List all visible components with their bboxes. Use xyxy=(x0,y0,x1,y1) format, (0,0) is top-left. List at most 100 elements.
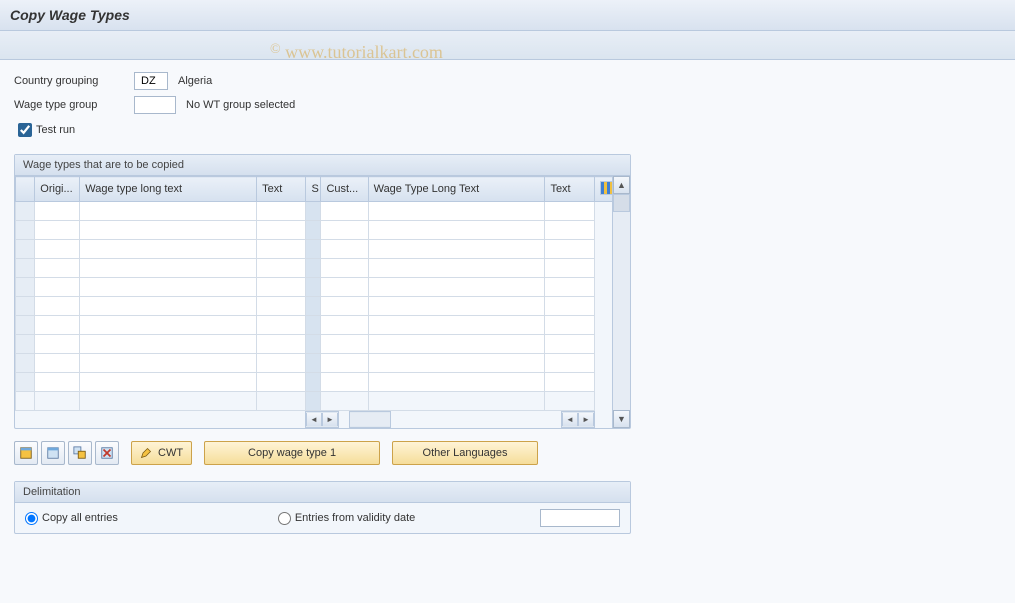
table-cell[interactable] xyxy=(257,202,306,221)
table-cell[interactable] xyxy=(16,392,35,411)
table-cell[interactable] xyxy=(306,392,321,411)
table-cell[interactable] xyxy=(545,335,594,354)
table-cell[interactable] xyxy=(80,316,257,335)
hscroll-left-section[interactable]: ◄ ► xyxy=(305,411,339,428)
hscroll-right-arrow-r[interactable]: ► xyxy=(578,413,594,426)
table-cell[interactable] xyxy=(321,259,368,278)
table-cell[interactable] xyxy=(35,259,80,278)
col-header-cust[interactable]: Cust... xyxy=(321,177,368,202)
vscroll-thumb[interactable] xyxy=(613,194,630,212)
table-cell[interactable] xyxy=(80,392,257,411)
table-cell[interactable] xyxy=(368,297,545,316)
table-row[interactable] xyxy=(16,335,613,354)
table-cell[interactable] xyxy=(321,373,368,392)
table-cell[interactable] xyxy=(545,316,594,335)
hscroll-right-arrow-l[interactable]: ◄ xyxy=(562,413,578,426)
table-cell[interactable] xyxy=(80,373,257,392)
table-cell[interactable] xyxy=(80,221,257,240)
table-cell[interactable] xyxy=(306,278,321,297)
table-cell[interactable] xyxy=(594,373,612,392)
table-cell[interactable] xyxy=(594,278,612,297)
col-header-origi[interactable]: Origi... xyxy=(35,177,80,202)
input-wage-type-group[interactable] xyxy=(139,98,173,112)
table-cell[interactable] xyxy=(545,354,594,373)
table-cell[interactable] xyxy=(368,259,545,278)
radio-from-date[interactable] xyxy=(278,512,291,525)
table-cell[interactable] xyxy=(594,316,612,335)
radio-copy-all[interactable] xyxy=(25,512,38,525)
table-cell[interactable] xyxy=(594,240,612,259)
table-cell[interactable] xyxy=(368,202,545,221)
copy-wage-type-1-button[interactable]: Copy wage type 1 xyxy=(204,441,380,465)
table-cell[interactable] xyxy=(321,278,368,297)
radio-row-from-date[interactable]: Entries from validity date xyxy=(278,512,415,525)
hscroll-mid-track[interactable] xyxy=(349,411,391,428)
table-cell[interactable] xyxy=(257,354,306,373)
table-cell[interactable] xyxy=(306,221,321,240)
table-cell[interactable] xyxy=(594,335,612,354)
table-cell[interactable] xyxy=(306,373,321,392)
col-header-s[interactable]: S xyxy=(306,177,321,202)
table-cell[interactable] xyxy=(368,354,545,373)
table-cell[interactable] xyxy=(321,221,368,240)
table-cell[interactable] xyxy=(80,354,257,373)
table-cell[interactable] xyxy=(16,202,35,221)
table-row[interactable] xyxy=(16,240,613,259)
table-cell[interactable] xyxy=(16,240,35,259)
vscroll-up[interactable]: ▲ xyxy=(613,176,630,194)
table-row[interactable] xyxy=(16,316,613,335)
table-cell[interactable] xyxy=(321,392,368,411)
table-cell[interactable] xyxy=(545,278,594,297)
table-cell[interactable] xyxy=(545,240,594,259)
input-validity-date[interactable] xyxy=(540,509,620,527)
table-cell[interactable] xyxy=(306,316,321,335)
table-cell[interactable] xyxy=(368,240,545,259)
table-cell[interactable] xyxy=(306,240,321,259)
cwt-button[interactable]: CWT xyxy=(131,441,192,465)
col-header-select[interactable] xyxy=(16,177,35,202)
table-cell[interactable] xyxy=(80,240,257,259)
hscroll-left-arrow-l[interactable]: ◄ xyxy=(306,413,322,426)
table-cell[interactable] xyxy=(321,316,368,335)
table-cell[interactable] xyxy=(306,202,321,221)
deselect-all-button[interactable] xyxy=(41,441,65,465)
table-cell[interactable] xyxy=(35,297,80,316)
table-cell[interactable] xyxy=(16,278,35,297)
table-cell[interactable] xyxy=(368,316,545,335)
table-cell[interactable] xyxy=(80,202,257,221)
table-cell[interactable] xyxy=(16,316,35,335)
table-cell[interactable] xyxy=(306,335,321,354)
table-cell[interactable] xyxy=(16,221,35,240)
checkbox-test-run[interactable] xyxy=(18,123,32,137)
table-cell[interactable] xyxy=(545,221,594,240)
table-cell[interactable] xyxy=(594,297,612,316)
table-cell[interactable] xyxy=(16,354,35,373)
table-cell[interactable] xyxy=(368,373,545,392)
table-wage-types[interactable]: Origi... Wage type long text Text S Cust… xyxy=(15,176,612,411)
table-cell[interactable] xyxy=(594,221,612,240)
cascade-select-button[interactable] xyxy=(68,441,92,465)
table-cell[interactable] xyxy=(321,297,368,316)
radio-row-copy-all[interactable]: Copy all entries xyxy=(25,512,118,525)
table-row[interactable] xyxy=(16,297,613,316)
table-cell[interactable] xyxy=(306,354,321,373)
table-cell[interactable] xyxy=(321,335,368,354)
table-cell[interactable] xyxy=(545,297,594,316)
table-cell[interactable] xyxy=(257,240,306,259)
table-cell[interactable] xyxy=(545,373,594,392)
table-cell[interactable] xyxy=(35,354,80,373)
table-cell[interactable] xyxy=(35,221,80,240)
vscroll-track[interactable] xyxy=(613,212,630,410)
table-row[interactable] xyxy=(16,278,613,297)
table-cell[interactable] xyxy=(368,221,545,240)
table-cell[interactable] xyxy=(35,240,80,259)
table-cell[interactable] xyxy=(35,373,80,392)
table-cell[interactable] xyxy=(368,278,545,297)
table-cell[interactable] xyxy=(16,373,35,392)
table-cell[interactable] xyxy=(594,354,612,373)
table-cell[interactable] xyxy=(35,392,80,411)
table-cell[interactable] xyxy=(35,335,80,354)
table-cell[interactable] xyxy=(545,259,594,278)
col-header-text-2[interactable]: Text xyxy=(545,177,594,202)
table-cell[interactable] xyxy=(321,240,368,259)
